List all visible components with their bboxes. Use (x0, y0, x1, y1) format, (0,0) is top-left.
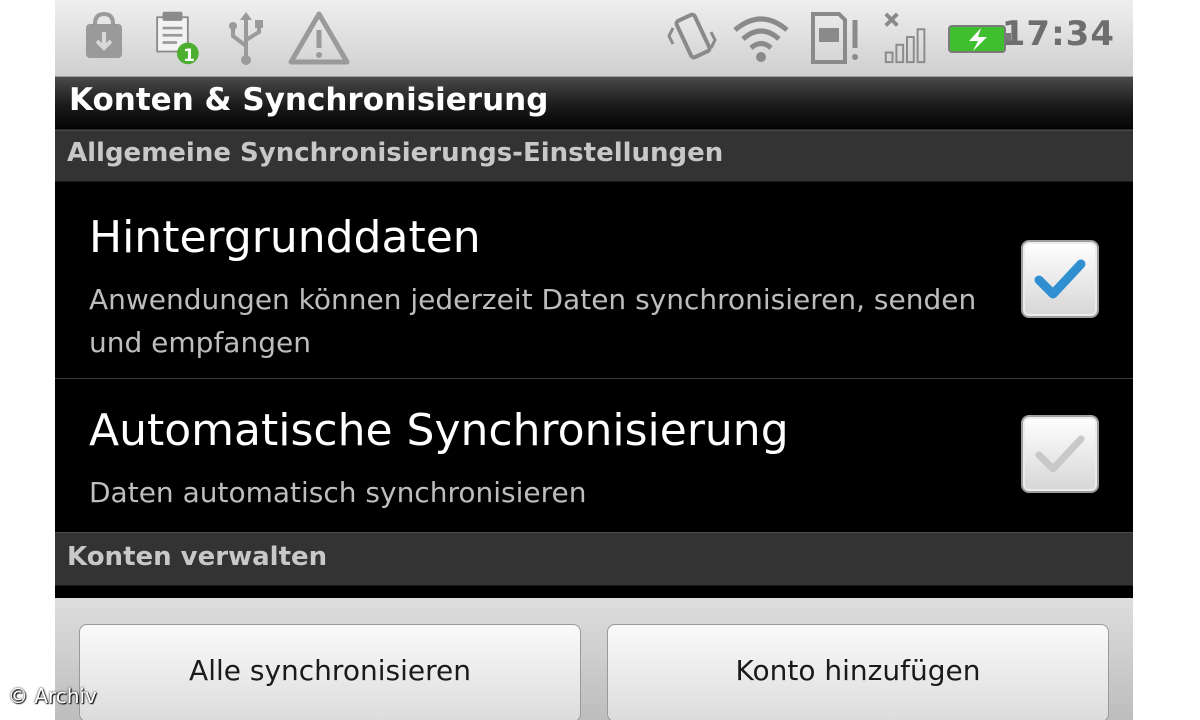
pref-auto-sync-summary: Daten automatisch synchronisieren (89, 476, 587, 509)
button-bar: Alle synchronisieren Konto hinzufügen (55, 598, 1133, 720)
notification-badge: 1 (183, 46, 195, 66)
sd-card-warning-icon (811, 12, 858, 64)
section-header-manage: Konten verwalten (55, 532, 1133, 586)
android-screen: 1 17:34 Konten & Synchronisierung Allgem… (55, 0, 1133, 720)
warning-icon (288, 11, 350, 65)
page-title: Konten & Synchronisierung (69, 82, 549, 118)
section-header-manage-label: Konten verwalten (67, 542, 328, 572)
status-time: 17:34 (1001, 14, 1115, 54)
title-bar: Konten & Synchronisierung (55, 77, 1133, 130)
add-account-button[interactable]: Konto hinzufügen (607, 624, 1109, 720)
shopping-bag-icon (86, 11, 122, 58)
usb-icon (229, 12, 263, 65)
notification-clip-icon (156, 11, 199, 65)
pref-background-data-title: Hintergrunddaten (89, 212, 481, 263)
pref-auto-sync-title: Automatische Synchronisierung (89, 405, 789, 456)
wifi-icon (733, 16, 789, 62)
background-data-checkbox[interactable] (1021, 240, 1099, 318)
signal-no-service-icon (884, 12, 926, 64)
auto-sync-checkbox[interactable] (1021, 415, 1099, 493)
vibrate-icon (667, 12, 717, 60)
section-header-general-label: Allgemeine Synchronisierungs-Einstellung… (67, 138, 724, 168)
section-header-general: Allgemeine Synchronisierungs-Einstellung… (55, 130, 1133, 182)
pref-background-data[interactable]: Hintergrunddaten Anwendungen können jede… (55, 182, 1133, 378)
archive-watermark: © Archiv (8, 684, 97, 708)
checkmark-icon (1035, 435, 1085, 473)
pref-auto-sync[interactable]: Automatische Synchronisierung Daten auto… (55, 379, 1133, 531)
sync-all-button[interactable]: Alle synchronisieren (79, 624, 581, 720)
checkmark-icon (1034, 259, 1086, 299)
pref-background-data-summary: Anwendungen können jederzeit Daten synch… (89, 283, 977, 359)
status-bar: 1 17:34 (55, 0, 1133, 77)
